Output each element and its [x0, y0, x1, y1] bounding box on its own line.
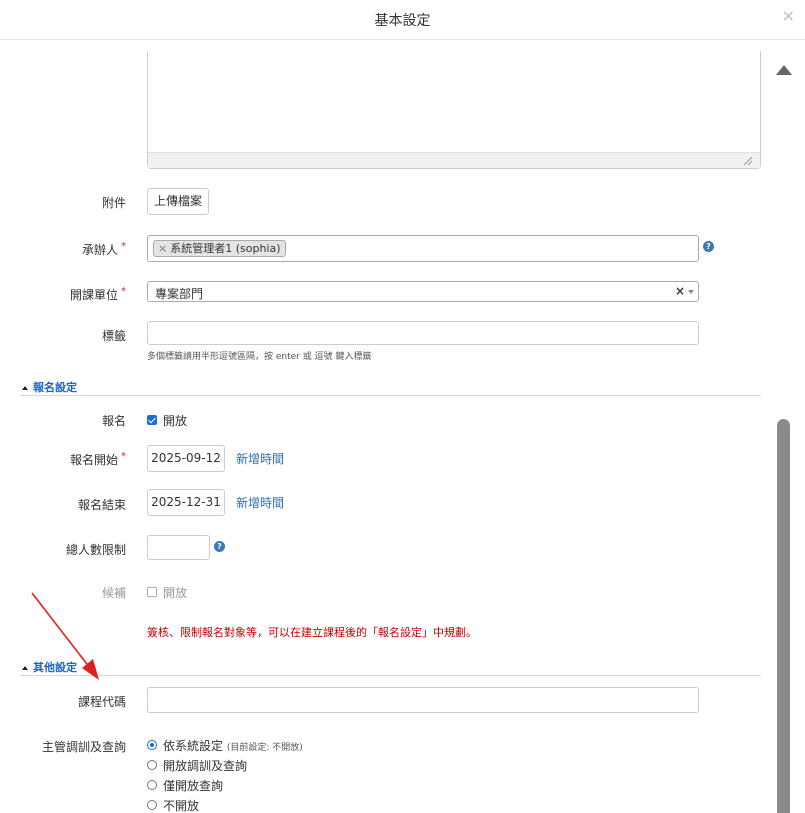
other-section-toggle[interactable]: 其他設定 — [22, 659, 77, 675]
add-end-time-link[interactable]: 新增時間 — [236, 494, 284, 511]
question-circle-icon[interactable]: ? — [214, 541, 225, 552]
capacity-label: 總人數限制 — [65, 543, 126, 557]
chevron-down-icon[interactable] — [688, 290, 694, 294]
organizer-multiselect[interactable]: × 系統管理者1 (sophia) — [147, 235, 699, 262]
resize-grip-icon[interactable] — [744, 157, 752, 165]
scroll-up-icon[interactable] — [776, 65, 792, 75]
course-code-input[interactable] — [147, 687, 699, 713]
upload-file-button[interactable]: 上傳檔案 — [147, 188, 209, 215]
tags-hint: 多個標籤請用半形逗號區隔，按 enter 或 逗號 鍵入標籤 — [147, 352, 372, 362]
tags-label: 標籤 — [101, 329, 126, 343]
modal-header: 基本設定 × — [0, 0, 805, 40]
collapse-triangle-icon — [22, 386, 28, 390]
reg-start-label: 報名開始 * — [69, 451, 126, 467]
reg-end-label: 報名結束 — [77, 498, 126, 512]
enroll-label: 報名 — [101, 414, 126, 428]
add-start-time-link[interactable]: 新增時間 — [236, 450, 284, 467]
form-content: 附件 上傳檔案 承辦人 * × 系統管理者1 (sophia) ? 開課單位 * 專案… — [0, 41, 770, 813]
attachment-label: 附件 — [101, 196, 126, 210]
registration-note: 簽核、限制報名對象等，可以在建立課程後的「報名設定」中規劃。 — [147, 626, 477, 639]
capacity-input[interactable] — [147, 535, 210, 560]
radio-query-only-label: 僅開放查詢 — [163, 779, 224, 793]
course-code-label: 課程代碼 — [77, 695, 126, 709]
radio-open-all[interactable] — [147, 760, 157, 770]
organizer-chip: × 系統管理者1 (sophia) — [153, 240, 286, 257]
description-textarea[interactable] — [147, 51, 761, 169]
radio-open-all-label: 開放調訓及查詢 — [163, 759, 248, 773]
enroll-checkbox[interactable] — [147, 415, 157, 425]
organizer-label: 承辦人 * — [81, 241, 126, 257]
radio-system-default[interactable] — [147, 740, 157, 750]
modal-title: 基本設定 — [374, 13, 431, 29]
radio-query-only[interactable] — [147, 780, 157, 790]
dept-select[interactable]: 專案部門 × — [147, 281, 699, 302]
reg-start-date-input[interactable]: 2025-09-12 — [147, 445, 225, 472]
radio-closed[interactable] — [147, 800, 157, 810]
registration-section-toggle[interactable]: 報名設定 — [22, 379, 77, 395]
enroll-checkbox-label: 開放 — [163, 414, 188, 428]
tags-input[interactable] — [147, 321, 699, 345]
section-divider — [20, 675, 761, 676]
question-circle-icon[interactable]: ? — [703, 241, 714, 252]
dept-select-value: 專案部門 — [155, 287, 204, 301]
waitlist-checkbox-label: 開放 — [163, 586, 188, 600]
scrollbar-thumb[interactable] — [777, 419, 790, 813]
waitlist-checkbox[interactable] — [147, 587, 157, 597]
editor-statusbar — [148, 152, 760, 168]
dept-label: 開課單位 * — [69, 286, 126, 302]
radio-system-default-label: 依系統設定 (目前設定: 不開放) — [163, 739, 303, 753]
chip-remove-icon[interactable]: × — [158, 242, 167, 255]
clear-icon[interactable]: × — [675, 284, 685, 298]
reg-end-date-input[interactable]: 2025-12-31 — [147, 489, 225, 516]
supervisor-label: 主管調訓及查詢 — [41, 740, 126, 754]
waitlist-label: 候補 — [101, 586, 126, 600]
section-divider — [20, 395, 761, 396]
collapse-triangle-icon — [22, 666, 28, 670]
radio-closed-label: 不開放 — [163, 799, 200, 813]
close-icon[interactable]: × — [782, 6, 795, 25]
